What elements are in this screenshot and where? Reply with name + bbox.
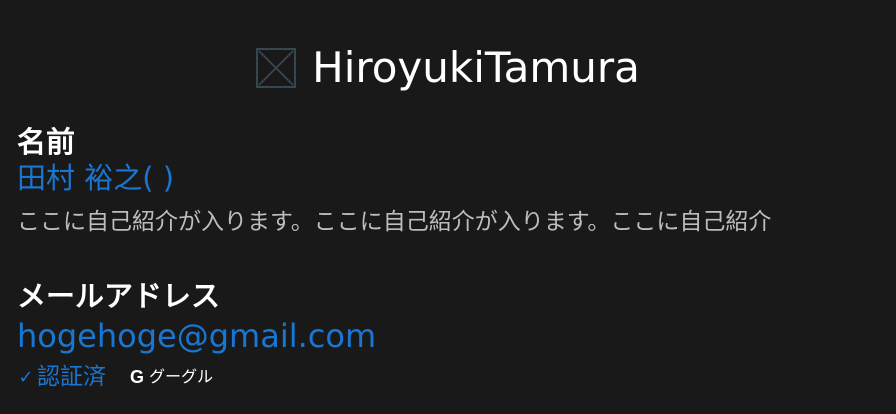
email-section: メールアドレス hogehoge@gmail.com ✓ 認証済 G グーグル [17,278,877,396]
profile-section: 名前 田村 裕之( ) ここに自己紹介が入ります。ここに自己紹介が入ります。ここ… [17,124,877,240]
header: HiroyukiTamura [0,40,896,96]
google-icon: G [129,366,144,387]
broken-image-icon [256,48,297,88]
page-title: HiroyukiTamura [312,43,640,92]
email-link[interactable]: hogehoge@gmail.com [17,314,877,358]
name-label: 名前 [17,125,76,159]
provider-label: グーグル [149,367,214,386]
profile-description: ここに自己紹介が入ります。ここに自己紹介が入ります。ここに自己紹介 [17,209,772,235]
verified-status: 認証済 [37,364,106,390]
name-link[interactable]: 田村 裕之( ) [17,160,877,196]
email-label: メールアドレス [17,279,221,313]
check-icon: ✓ [18,366,34,388]
verification-row: ✓ 認証済 G グーグル [17,358,877,396]
